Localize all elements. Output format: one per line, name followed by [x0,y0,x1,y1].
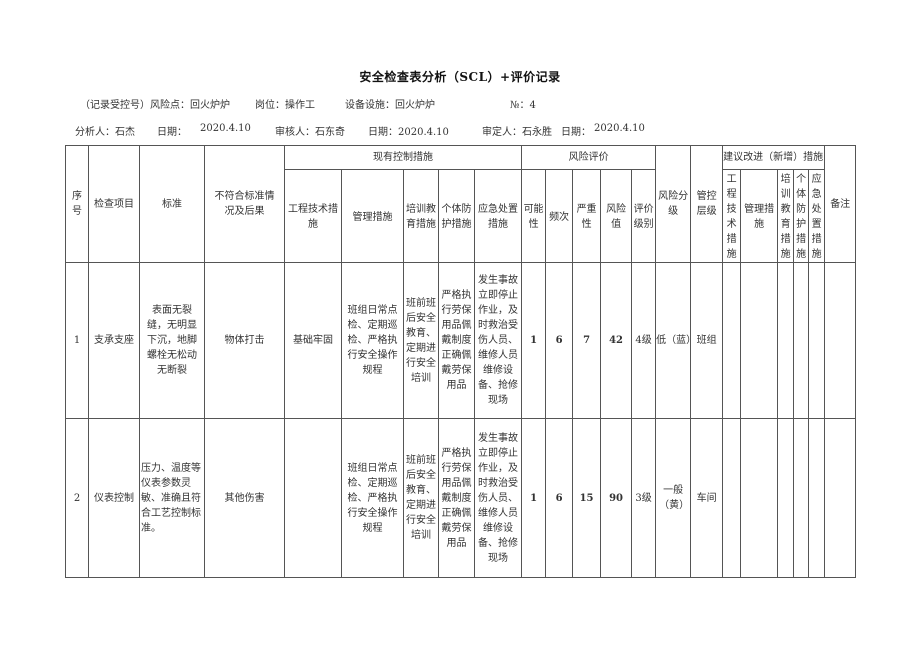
cell-severity: 7 [572,262,602,419]
header-training: 培训教育措施 [403,169,439,263]
cell-suggest-eng [722,418,742,578]
cell-nonconform: 物体打击 [204,262,285,419]
header-remark: 备注 [824,145,857,263]
cell-severity: 15 [572,418,602,578]
header-frequency: 频次 [545,169,574,263]
approver: 审定人：石永胜 [482,127,552,138]
header-likelihood: 可能性 [521,169,547,263]
cell-training: 班前班后安全教育、定期进行安全培训 [403,418,439,578]
cell-frequency: 6 [545,262,574,419]
header-control-level: 管控层级 [690,145,724,263]
equipment: 设备设施：回火炉炉 [345,100,435,111]
analyst-date: 2020.4.10 [200,123,251,134]
cell-item: 支承支座 [88,262,140,419]
cell-risk-grade: 低（蓝） [655,262,692,419]
header-row-1: 序号 检查项目 标准 不符合标准情况及后果 现有控制措施 风险评价 风险分级 管… [65,145,857,263]
approver-date: 2020.4.10 [594,123,645,134]
header-item: 检查项目 [88,145,140,263]
approver-date-label: 日期： [561,127,591,138]
cell-seq: 1 [65,262,89,419]
header-seq: 序号 [65,145,89,263]
cell-frequency: 6 [545,418,574,578]
cell-suggest-training [777,418,795,578]
cell-training: 班前班后安全教育、定期进行安全培训 [403,262,439,419]
analyst-date-label: 日期： [157,127,187,138]
cell-suggest-eng [722,262,742,419]
cell-seq: 2 [65,418,89,578]
cell-suggest-mgmt [740,418,779,578]
table-row: 2 仪表控制 压力、温度等仪表参数灵敏、准确且符合工艺控制标准。 其他伤害 班组… [65,418,857,578]
cell-ppe: 严格执行劳保用品佩戴制度正确佩戴劳保用品 [438,262,475,419]
cell-nonconform: 其他伤害 [204,418,285,578]
cell-remark [824,418,857,578]
cell-standard: 表面无裂缝，无明显下沉，地脚螺栓无松动无断裂 [139,262,205,419]
cell-suggest-ppe [793,418,810,578]
cell-ppe: 严格执行劳保用品佩戴制度正确佩戴劳保用品 [438,418,475,578]
cell-mgmt: 班组日常点检、定期巡检、严格执行安全操作规程 [341,262,404,419]
cell-eval-level: 3级 [631,418,657,578]
cell-control-level: 班组 [690,262,724,419]
cell-likelihood: 1 [521,262,547,419]
cell-suggest-mgmt [740,262,779,419]
cell-eng [284,418,342,578]
cell-eng: 基础牢固 [284,262,342,419]
cell-remark [824,262,857,419]
cell-eval-level: 4级 [631,262,657,419]
header-ppe: 个体防护措施 [438,169,475,263]
cell-suggest-training [777,262,795,419]
record-number: №：4 [510,100,536,111]
cell-risk-value: 90 [600,418,633,578]
header-eval-level: 评价级别 [631,169,657,263]
post: 岗位：操作工 [255,100,315,111]
header-suggested-measures: 建议改进（新增）措施 [722,145,826,170]
cell-item: 仪表控制 [88,418,140,578]
header-suggest-training: 培训教育措施 [777,169,795,263]
cell-control-level: 车间 [690,418,724,578]
cell-suggest-emergency [808,262,826,419]
header-eng: 工程技术措施 [284,169,342,263]
header-suggest-ppe: 个体防护措施 [793,169,810,263]
document-title: 安全检查表分析（SCL）+评价记录 [359,70,561,84]
cell-standard: 压力、温度等仪表参数灵敏、准确且符合工艺控制标准。 [139,418,205,578]
analyst: 分析人：石杰 [75,127,135,138]
header-risk-value: 风险值 [600,169,633,263]
cell-suggest-ppe [793,262,810,419]
cell-likelihood: 1 [521,418,547,578]
cell-risk-value: 42 [600,262,633,419]
header-suggest-eng: 工程技术措施 [722,169,742,263]
header-suggest-mgmt: 管理措施 [740,169,779,263]
header-mgmt: 管理措施 [341,169,404,263]
reviewer: 审核人：石东奇 [275,127,345,138]
header-nonconform: 不符合标准情况及后果 [204,145,285,263]
header-risk-evaluation: 风险评价 [521,145,657,170]
header-emergency: 应急处置措施 [473,169,523,263]
cell-suggest-emergency [808,418,826,578]
cell-emergency: 发生事故立即停止作业，及时救治受伤人员、维修人员维修设备、抢修现场 [473,418,523,578]
header-risk-grade: 风险分级 [655,145,692,263]
reviewer-date: 日期：2020.4.10 [368,127,449,138]
header-standard: 标准 [139,145,205,263]
header-severity: 严重性 [572,169,602,263]
record-risk-point: （记录受控号）风险点：回火炉炉 [80,100,230,111]
cell-risk-grade: 一般（黄） [655,418,692,578]
cell-mgmt: 班组日常点检、定期巡检、严格执行安全操作规程 [341,418,404,578]
header-suggest-emergency: 应急处置措施 [808,169,826,263]
scl-table: 序号 检查项目 标准 不符合标准情况及后果 现有控制措施 风险评价 风险分级 管… [65,145,857,578]
table-row: 1 支承支座 表面无裂缝，无明显下沉，地脚螺栓无松动无断裂 物体打击 基础牢固 … [65,262,857,419]
cell-emergency: 发生事故立即停止作业，及时救治受伤人员、维修人员维修设备、抢修现场 [473,262,523,419]
header-existing-controls: 现有控制措施 [283,145,523,170]
